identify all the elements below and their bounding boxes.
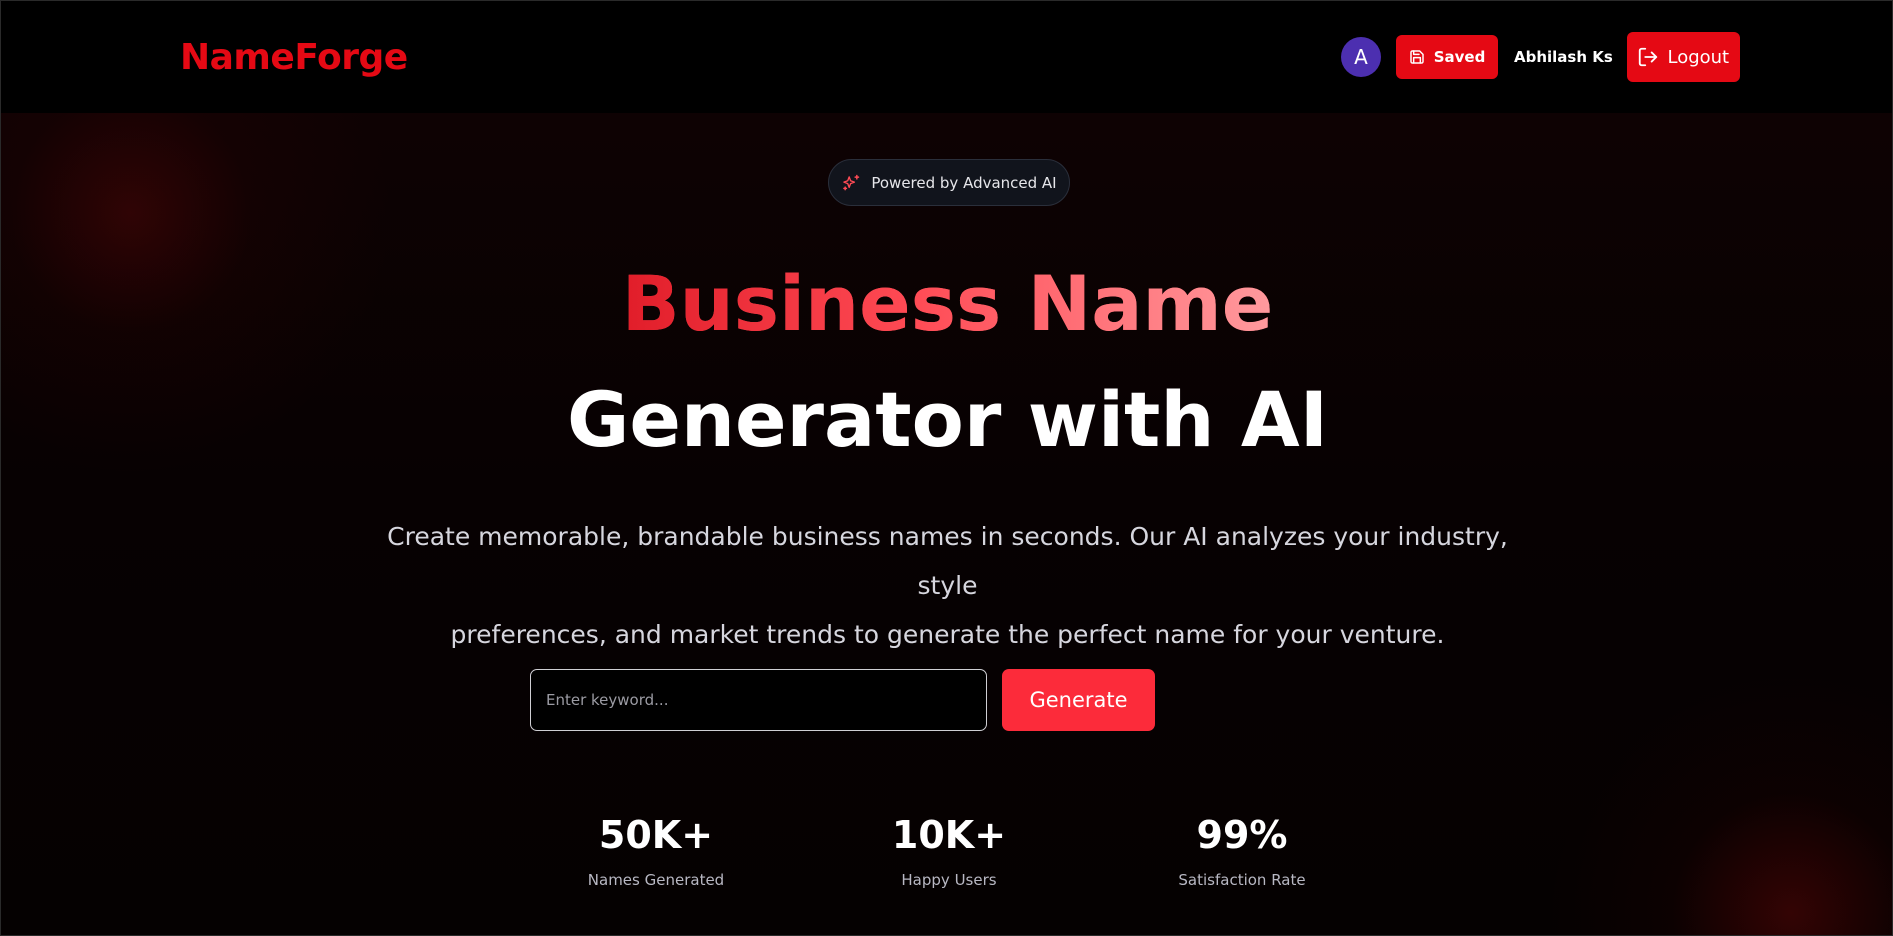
keyword-input[interactable] bbox=[530, 669, 987, 731]
page: NameForge A Saved Abhilash Ks Logout Pow… bbox=[0, 0, 1893, 936]
hero-title: Generator with AI bbox=[566, 375, 1329, 464]
powered-by-badge: Powered by Advanced AI bbox=[828, 159, 1070, 206]
stat-label: Names Generated bbox=[587, 871, 725, 889]
logout-button[interactable]: Logout bbox=[1626, 32, 1740, 82]
hero-description-line: Create memorable, brandable business nam… bbox=[387, 522, 1508, 600]
stat-value: 50K+ bbox=[598, 813, 714, 857]
hero-title-highlight: Business Name bbox=[1, 259, 1892, 349]
stat-happy-users: 10K+ Happy Users bbox=[829, 809, 1069, 889]
user-name: Abhilash Ks bbox=[1514, 48, 1613, 66]
hero-description-line: preferences, and market trends to genera… bbox=[450, 620, 1445, 649]
saved-button[interactable]: Saved bbox=[1396, 35, 1498, 79]
brand-logo[interactable]: NameForge bbox=[180, 37, 408, 78]
navbar: NameForge A Saved Abhilash Ks Logout bbox=[1, 1, 1892, 113]
hero-description: Create memorable, brandable business nam… bbox=[381, 512, 1514, 659]
saved-button-label: Saved bbox=[1433, 48, 1486, 66]
logout-icon bbox=[1637, 46, 1659, 68]
stat-satisfaction-rate: 99% Satisfaction Rate bbox=[1122, 809, 1362, 889]
stat-value: 10K+ bbox=[891, 813, 1007, 857]
sparkles-icon bbox=[841, 173, 861, 193]
badge-text: Powered by Advanced AI bbox=[871, 173, 1057, 192]
save-icon bbox=[1409, 49, 1425, 65]
avatar[interactable]: A bbox=[1341, 37, 1381, 77]
stat-names-generated: 50K+ Names Generated bbox=[536, 809, 776, 889]
generate-button[interactable]: Generate bbox=[1002, 669, 1155, 731]
stat-label: Happy Users bbox=[901, 871, 997, 889]
hero-title-highlight-text: Business Name bbox=[621, 259, 1274, 348]
stat-value: 99% bbox=[1196, 813, 1288, 857]
nav-actions: A Saved Abhilash Ks Logout bbox=[1341, 32, 1740, 82]
logout-button-label: Logout bbox=[1667, 46, 1730, 68]
stat-label: Satisfaction Rate bbox=[1178, 871, 1306, 889]
